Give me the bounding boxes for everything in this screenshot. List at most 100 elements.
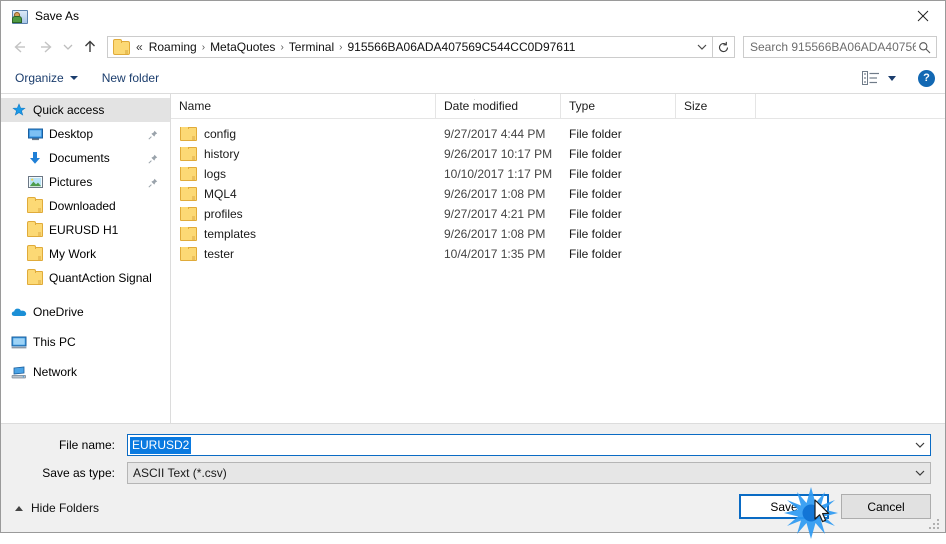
sidebar-item-label: This PC — [33, 335, 76, 349]
filename-label: File name: — [58, 438, 115, 452]
file-name-cell: logs — [171, 167, 436, 181]
savetype-select[interactable]: ASCII Text (*.csv) — [127, 462, 931, 484]
new-folder-button[interactable]: New folder — [102, 71, 159, 85]
sidebar-item-label: Pictures — [49, 175, 93, 189]
filename-input[interactable]: EURUSD2 — [127, 434, 931, 456]
folder-icon — [180, 247, 197, 261]
table-row[interactable]: profiles 9/27/2017 4:21 PM File folder — [171, 204, 945, 224]
search-icon[interactable] — [916, 41, 932, 54]
file-name: history — [204, 147, 240, 161]
address-dropdown-button[interactable] — [692, 37, 712, 57]
star-icon — [11, 102, 27, 118]
refresh-button[interactable] — [713, 36, 735, 58]
sidebar-item-pictures[interactable]: Pictures — [1, 170, 170, 194]
resize-grip[interactable] — [929, 517, 941, 529]
table-row[interactable]: MQL4 9/26/2017 1:08 PM File folder — [171, 184, 945, 204]
breadcrumb-overflow[interactable]: « — [134, 40, 145, 54]
breadcrumb-item-2[interactable]: Terminal — [285, 39, 338, 55]
column-header-date-modified[interactable]: Date modified — [436, 94, 561, 118]
savetype-row: Save as type: ASCII Text (*.csv) — [15, 462, 931, 484]
organize-button[interactable]: Organize — [15, 71, 78, 85]
pin-icon — [148, 153, 158, 164]
computer-icon — [11, 334, 27, 350]
sidebar-item-label: Quick access — [33, 103, 105, 117]
column-header-type[interactable]: Type — [561, 94, 676, 118]
folder-icon — [27, 269, 43, 286]
address-bar[interactable]: « Roaming › MetaQuotes › Terminal › 9155… — [107, 36, 713, 58]
pictures-icon — [27, 174, 43, 190]
chevron-down-icon — [915, 442, 925, 448]
folder-icon — [180, 167, 197, 181]
sidebar-item-label: Network — [33, 365, 78, 379]
hide-folders-button[interactable]: Hide Folders — [15, 501, 99, 515]
file-name: logs — [204, 167, 227, 181]
up-button[interactable] — [77, 34, 103, 60]
arrow-right-icon — [41, 41, 52, 53]
search-input[interactable]: Search 915566BA06ADA40756... — [750, 40, 916, 54]
file-name: config — [204, 127, 237, 141]
search-box[interactable]: Search 915566BA06ADA40756... — [743, 36, 937, 58]
breadcrumb-item-0[interactable]: Roaming — [145, 39, 201, 55]
sidebar-item-quick-access[interactable]: Quick access — [1, 98, 170, 122]
sidebar-item-label: Desktop — [49, 127, 94, 141]
chevron-down-icon — [63, 44, 73, 50]
sidebar-item-quantaction-signal[interactable]: QuantAction Signal — [1, 266, 170, 290]
folder-icon — [180, 207, 197, 221]
save-as-dialog: Save As « Roaming › MetaQuotes › Termina… — [0, 0, 946, 539]
recent-locations-button[interactable] — [59, 34, 77, 60]
column-header-name[interactable]: Name — [171, 94, 436, 118]
file-date-cell: 9/27/2017 4:21 PM — [444, 207, 546, 221]
hide-folders-label: Hide Folders — [31, 501, 100, 515]
network-icon — [11, 364, 27, 380]
file-name: MQL4 — [204, 187, 237, 201]
folder-icon — [113, 39, 130, 55]
table-row[interactable]: config 9/27/2017 4:44 PM File folder — [171, 124, 945, 144]
file-type-cell: File folder — [569, 187, 622, 201]
help-button[interactable]: ? — [918, 69, 935, 87]
sidebar-item-this-pc[interactable]: This PC — [1, 330, 170, 354]
forward-button[interactable] — [33, 34, 59, 60]
sidebar-item-documents[interactable]: Documents — [1, 146, 170, 170]
sidebar-item-eurusd-h1[interactable]: EURUSD H1 — [1, 218, 170, 242]
table-row[interactable]: history 9/26/2017 10:17 PM File folder — [171, 144, 945, 164]
file-name-cell: history — [171, 147, 436, 161]
savetype-dropdown-button[interactable] — [910, 463, 930, 483]
file-type-cell: File folder — [569, 127, 622, 141]
file-date-cell: 9/26/2017 10:17 PM — [444, 147, 553, 161]
sidebar-item-desktop[interactable]: Desktop — [1, 122, 170, 146]
desktop-icon — [27, 126, 43, 142]
refresh-icon — [719, 41, 729, 52]
breadcrumb-item-3[interactable]: 915566BA06ADA407569C544CC0D97611 — [343, 39, 579, 55]
file-name-cell: tester — [171, 247, 436, 261]
file-name-cell: profiles — [171, 207, 436, 221]
column-header-size[interactable]: Size — [676, 94, 756, 118]
cancel-label: Cancel — [867, 499, 905, 514]
window-title: Save As — [35, 9, 80, 23]
file-name: templates — [204, 227, 257, 241]
cloud-icon — [11, 304, 27, 320]
table-row[interactable]: logs 10/10/2017 1:17 PM File folder — [171, 164, 945, 184]
sidebar-item-network[interactable]: Network — [1, 360, 170, 384]
dialog-buttons: Save Cancel — [739, 494, 931, 519]
sidebar-item-onedrive[interactable]: OneDrive — [1, 300, 170, 324]
savetype-value: ASCII Text (*.csv) — [133, 466, 227, 480]
breadcrumb-item-1[interactable]: MetaQuotes — [206, 39, 279, 55]
file-name-cell: templates — [171, 227, 436, 241]
back-button[interactable] — [7, 34, 33, 60]
close-button[interactable] — [900, 1, 945, 31]
folder-icon — [27, 197, 43, 214]
file-date-cell: 9/27/2017 4:44 PM — [444, 127, 546, 141]
table-row[interactable]: tester 10/4/2017 1:35 PM File folder — [171, 244, 945, 264]
table-row[interactable]: templates 9/26/2017 1:08 PM File folder — [171, 224, 945, 244]
view-dropdown-button[interactable] — [888, 75, 896, 81]
folder-icon — [180, 227, 197, 241]
sidebar-item-downloaded[interactable]: Downloaded — [1, 194, 170, 218]
filename-dropdown-button[interactable] — [910, 435, 930, 455]
sidebar-item-label: My Work — [49, 247, 97, 261]
sidebar-item-label: Documents — [49, 151, 110, 165]
cancel-button[interactable]: Cancel — [841, 494, 931, 519]
save-button[interactable]: Save — [739, 494, 829, 519]
filename-row: File name: EURUSD2 — [15, 434, 931, 456]
view-layout-icon[interactable] — [862, 71, 880, 85]
sidebar-item-my-work[interactable]: My Work — [1, 242, 170, 266]
